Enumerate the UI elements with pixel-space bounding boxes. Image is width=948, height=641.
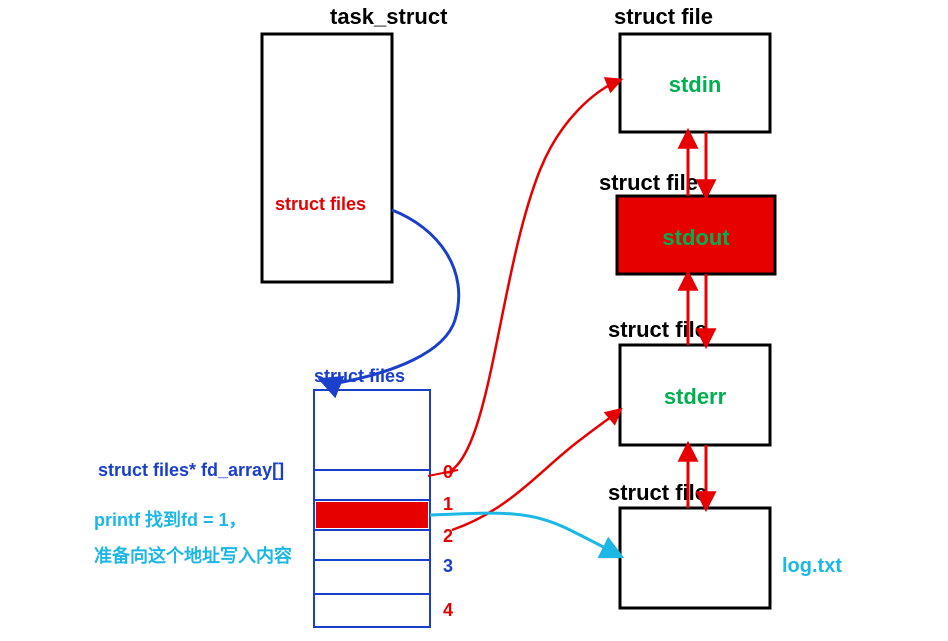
struct-file-label-3: struct file xyxy=(608,317,707,342)
struct-file-label-2: struct file xyxy=(599,170,698,195)
struct-file-label-4: struct file xyxy=(608,480,707,505)
struct-file-label-1: struct file xyxy=(614,4,713,29)
fd-row-1-fill xyxy=(316,502,428,528)
task-struct-box xyxy=(262,34,392,282)
diagram-canvas: task_struct struct files struct file std… xyxy=(0,0,948,641)
task-struct-title: task_struct xyxy=(330,4,448,29)
arrow-fd0-stdin xyxy=(452,80,620,470)
printf-line-1: printf 找到fd = 1， xyxy=(94,509,247,530)
fd-array-label: struct files* fd_array[] xyxy=(98,460,284,480)
fd-index-4: 4 xyxy=(443,600,453,620)
stdin-text: stdin xyxy=(669,72,722,97)
stderr-text: stderr xyxy=(664,384,727,409)
stdout-text: stdout xyxy=(662,225,730,250)
arrow-fd1-logtxt xyxy=(430,513,620,556)
fd-index-1: 1 xyxy=(443,494,453,514)
fd-index-2: 2 xyxy=(443,526,453,546)
printf-line-2: 准备向这个地址写入内容 xyxy=(94,545,292,566)
struct-files-inner-label: struct files xyxy=(275,194,366,214)
fd-index-3: 3 xyxy=(443,556,453,576)
logtxt-text: log.txt xyxy=(782,555,842,577)
logtxt-box xyxy=(620,508,770,608)
